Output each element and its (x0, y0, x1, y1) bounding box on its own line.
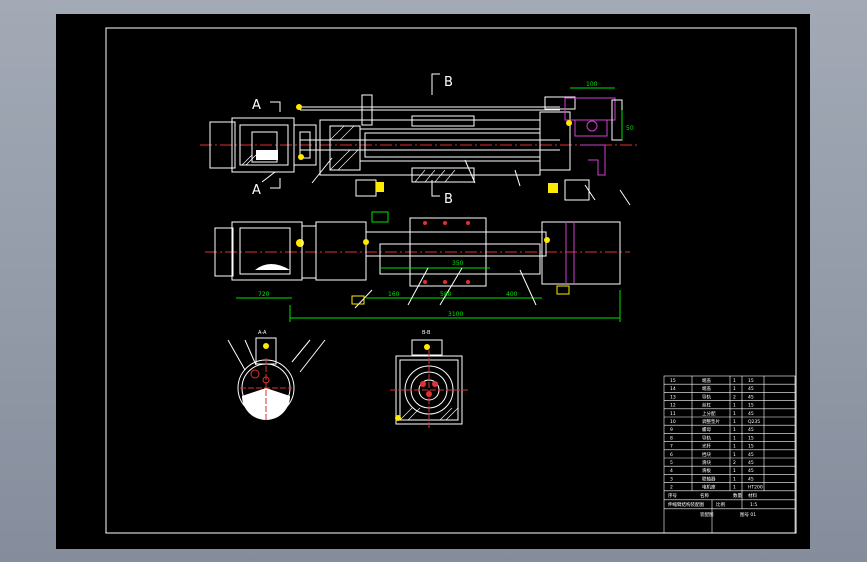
b-section-title: B-B (422, 330, 431, 336)
parts-list-cell: 45 (748, 476, 754, 482)
sheet-border (105, 27, 797, 534)
parts-list-cell: Q235 (748, 419, 760, 425)
parts-list-cell: 15 (748, 444, 754, 450)
top-view (200, 73, 640, 206)
parts-list-cell: 2 (670, 485, 673, 491)
parts-list-cell: 上分配 (702, 410, 716, 417)
title-block-header: 名称 (700, 492, 709, 499)
parts-list-cell: 1 (733, 435, 736, 441)
parts-list-cell: 6 (670, 452, 673, 458)
plan-view (205, 211, 630, 322)
section-marker-b-lower: B (444, 192, 453, 207)
parts-list-cell: 丝杠 (702, 402, 711, 409)
dim-plan-b: 580 (440, 291, 452, 298)
parts-list-cell: 14 (670, 386, 676, 392)
parts-list-cell: 挡块 (702, 451, 711, 458)
title-block-info: 伸缩臂结构装配图 (668, 501, 704, 508)
parts-list-cell: 11 (670, 411, 676, 417)
parts-list-cell: 15 (748, 378, 754, 384)
parts-list-cell: 1 (733, 427, 736, 433)
dim-top-width: 100 (586, 81, 598, 88)
parts-list-cell: 5 (670, 460, 673, 466)
parts-list-cell: 光杆 (702, 443, 711, 450)
title-block-info: 比例 (716, 501, 725, 508)
cad-drawing: A A B B 100 50 720 160 580 400 350 3100 … (105, 27, 797, 534)
parts-list-cell: 4 (670, 468, 673, 474)
parts-list-cell: 端盖 (702, 385, 711, 392)
parts-list-cell: 15 (748, 403, 754, 409)
parts-list-cell: 45 (748, 427, 754, 433)
title-block-header: 序号 (668, 492, 677, 499)
parts-list-cell: 45 (748, 394, 754, 400)
parts-list-cell: 端盖 (702, 377, 711, 384)
parts-list-cell: 1 (733, 378, 736, 384)
parts-list-cell: 10 (670, 419, 676, 425)
parts-list-cell: 45 (748, 411, 754, 417)
dim-plan-total: 3100 (448, 311, 463, 318)
parts-list-cell: 8 (670, 435, 673, 441)
parts-list-cell: 1 (733, 419, 736, 425)
parts-list-cell: 1 (733, 411, 736, 417)
title-block-header: 材料 (748, 492, 757, 499)
parts-list-cell: 联轴器 (702, 475, 716, 482)
dim-plan-a: 160 (388, 291, 400, 298)
parts-list-cell: 45 (748, 452, 754, 458)
parts-list-cell: 45 (748, 386, 754, 392)
parts-list-cell: 1 (733, 452, 736, 458)
parts-list-cell: 7 (670, 444, 673, 450)
parts-list-cell: 1 (733, 444, 736, 450)
parts-list-cell: 电机座 (702, 484, 716, 491)
parts-list-cell: 1 (733, 468, 736, 474)
parts-list-cell: 9 (670, 427, 673, 433)
title-block-header: 数量 (733, 492, 742, 499)
parts-list-cell: HT200 (748, 485, 763, 491)
parts-list-cell: 45 (748, 468, 754, 474)
parts-list-cell: 1 (733, 485, 736, 491)
dim-top-height: 50 (626, 125, 634, 132)
parts-list-cell: 螺母 (702, 426, 711, 433)
parts-list-cell: 2 (733, 394, 736, 400)
title-block-footer: 图号 01 (740, 512, 756, 518)
b-section-view (390, 339, 470, 430)
section-marker-a-lower: A (252, 183, 261, 198)
title-block: 15 端盖 1 1514 端盖 1 4513 导轨 2 4512 丝杠 1 1511 上分配 1 4510 调整… (663, 375, 796, 534)
section-marker-b: B (444, 75, 453, 90)
a-section-view (227, 337, 326, 420)
section-marker-a: A (252, 98, 261, 113)
parts-list-cell: 调整垫片 (702, 418, 720, 425)
parts-list-cell: 1 (733, 403, 736, 409)
parts-list-cell: 导轨 (702, 434, 711, 441)
dim-plan-left: 720 (258, 291, 270, 298)
parts-list-cell: 13 (670, 394, 676, 400)
title-block-info: 1:5 (750, 502, 757, 508)
parts-list-cell: 1 (733, 476, 736, 482)
parts-list-cell: 导轨 (702, 393, 711, 400)
parts-list-cell: 15 (670, 378, 676, 384)
parts-list-cell: 15 (748, 435, 754, 441)
parts-list-cell: 1 (733, 386, 736, 392)
dim-plan-d: 350 (452, 260, 464, 267)
parts-list-cell: 2 (733, 460, 736, 466)
parts-list-cell: 12 (670, 403, 676, 409)
parts-list-cell: 45 (748, 460, 754, 466)
a-section-title: A-A (258, 330, 267, 336)
parts-list-cell: 滑板 (702, 467, 711, 474)
parts-list-cell: 滑块 (702, 459, 711, 466)
dim-plan-c: 400 (506, 291, 518, 298)
parts-list-cell: 3 (670, 476, 673, 482)
